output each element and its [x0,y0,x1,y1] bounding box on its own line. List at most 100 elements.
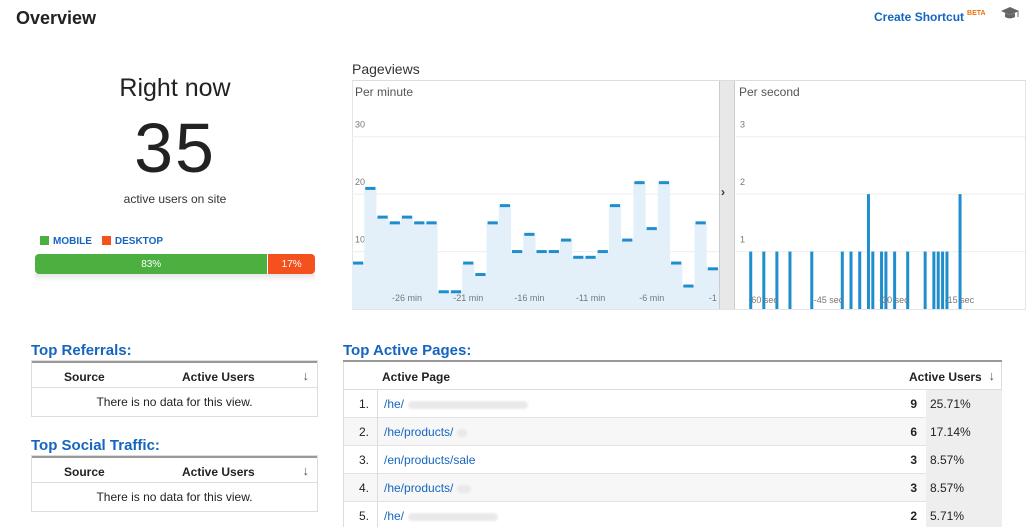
desktop-segment: 17% [267,254,315,274]
data-bar [866,194,870,309]
y-tick-label: 10 [355,235,365,245]
table-header: Active Page Active Users ↓ [343,362,1002,390]
active-users-percent: 8.57% [926,474,1002,502]
sort-arrow-icon[interactable]: ↓ [303,368,310,383]
table-row[interactable]: 2. /he/products/6 17.14% [343,418,1002,446]
page-path[interactable]: /he/ [384,509,404,523]
x-tick-label: -60 sec [748,295,778,305]
row-number: 1. [344,390,378,418]
mobile-segment: 83% [35,254,268,274]
page-link[interactable]: /he/products/ [384,418,468,446]
x-tick-label: -30 sec [879,295,909,305]
row-number: 3. [344,446,378,474]
x-tick-label: -6 min [639,293,664,303]
top-social-title[interactable]: Top Social Traffic: [31,437,160,454]
table-row[interactable]: 4. /he/products/3 8.57% [343,474,1002,502]
legend-desktop: DESKTOP [101,236,164,247]
legend-mobile-label: MOBILE [53,236,92,247]
create-shortcut-label[interactable]: Create Shortcut [874,10,964,24]
x-tick-label: -21 min [453,293,483,303]
redacted-text [408,400,529,409]
col-source[interactable]: Source [64,370,105,384]
beta-badge: BETA [967,10,986,17]
legend-desktop-label: DESKTOP [114,236,164,247]
redacted-text [457,484,472,493]
empty-message: There is no data for this view. [96,490,253,504]
desktop-swatch [101,236,111,245]
graduation-cap-icon[interactable] [1000,6,1020,22]
table-header: Source Active Users ↓ [32,361,317,388]
top-social-table: Source Active Users ↓ There is no data f… [31,455,318,512]
col-source[interactable]: Source [64,465,105,479]
y-tick-label: 2 [740,177,745,187]
page-link[interactable]: /en/products/sale [384,446,475,474]
y-tick-label: 20 [355,177,365,187]
active-users-percent: 17.14% [926,418,1002,446]
area-fill [352,182,719,309]
per-second-chart: 1 2 3 -60 sec -45 sec -30 sec -15 sec [736,120,1025,309]
page-link[interactable]: /he/products/ [384,474,472,502]
page-path[interactable]: /he/ [384,397,404,411]
active-users-subtitle: active users on site [123,192,227,206]
chevron-right-icon[interactable]: › [721,185,725,199]
page-path[interactable]: /he/products/ [384,425,453,439]
row-number: 2. [344,418,378,446]
active-users-count: 35 [134,109,216,187]
device-split-bar: 83% 17% [35,254,315,274]
x-tick-label: -45 sec [814,295,844,305]
col-active-page[interactable]: Active Page [382,370,450,384]
y-tick-label: 3 [740,120,745,130]
sort-arrow-icon[interactable]: ↓ [989,368,996,383]
y-tick-label: 1 [740,235,745,245]
col-active-users[interactable]: Active Users [182,370,255,384]
y-tick-label: 30 [355,120,365,130]
legend-mobile: MOBILE [40,236,92,247]
split-bar-shadow [35,274,315,282]
page-link[interactable]: /he/ [384,502,499,527]
sort-arrow-icon[interactable]: ↓ [303,463,310,478]
top-active-pages-table: Active Page Active Users ↓ 1./he/9 25.71%… [343,360,1002,527]
active-users-percent: 5.71% [926,502,1002,527]
row-number: 4. [344,474,378,502]
data-bar [858,251,862,309]
active-users-count: 9 [910,397,917,411]
data-bar [871,251,875,309]
active-users-count: 3 [910,481,917,495]
table-body: 1./he/9 25.71% 2./he/products/6 17.14% 3./en… [343,390,1002,527]
right-now-title: Right now [119,74,231,102]
per-second-label: Per second [739,85,800,99]
top-referrals-title[interactable]: Top Referrals: [31,342,132,359]
mobile-swatch [40,236,49,245]
page-link[interactable]: /he/ [384,390,529,418]
col-active-users[interactable]: Active Users [182,465,255,479]
x-tick-label: -16 min [514,293,544,303]
create-shortcut-link[interactable]: Create Shortcut BETA [874,10,986,24]
active-users-percent: 8.57% [926,446,1002,474]
per-minute-label: Per minute [355,85,414,99]
per-minute-chart: 10 20 30 -26 min -21 min -16 min -11 min -6 min… [352,120,719,309]
x-tick-label: -26 min [392,293,422,303]
top-active-pages-title[interactable]: Top Active Pages: [343,342,471,359]
page-path[interactable]: /en/products/sale [384,453,475,467]
active-users-percent: 25.71% [926,390,1002,418]
redacted-text [457,428,468,437]
row-number: 5. [344,502,378,527]
data-bar [849,251,853,309]
redacted-text [408,512,499,521]
active-users-count: 6 [910,425,917,439]
top-referrals-table: Source Active Users ↓ There is no data f… [31,360,318,417]
table-row[interactable]: 5. /he/2 5.71% [343,502,1002,527]
page-path[interactable]: /he/products/ [384,481,453,495]
table-row[interactable]: 3. /en/products/sale 3 8.57% [343,446,1002,474]
data-bar [932,251,936,309]
table-header: Source Active Users ↓ [32,456,317,483]
table-row[interactable]: 1. /he/9 25.71% [343,390,1002,418]
page-title: Overview [16,8,97,28]
device-legend: MOBILE DESKTOP [40,236,163,247]
col-active-users[interactable]: Active Users [909,370,982,384]
active-users-count: 2 [910,509,917,523]
empty-message: There is no data for this view. [96,395,253,409]
data-bar [958,194,962,309]
x-tick-label: -15 sec [945,295,975,305]
pageviews-title: Pageviews [352,61,420,77]
